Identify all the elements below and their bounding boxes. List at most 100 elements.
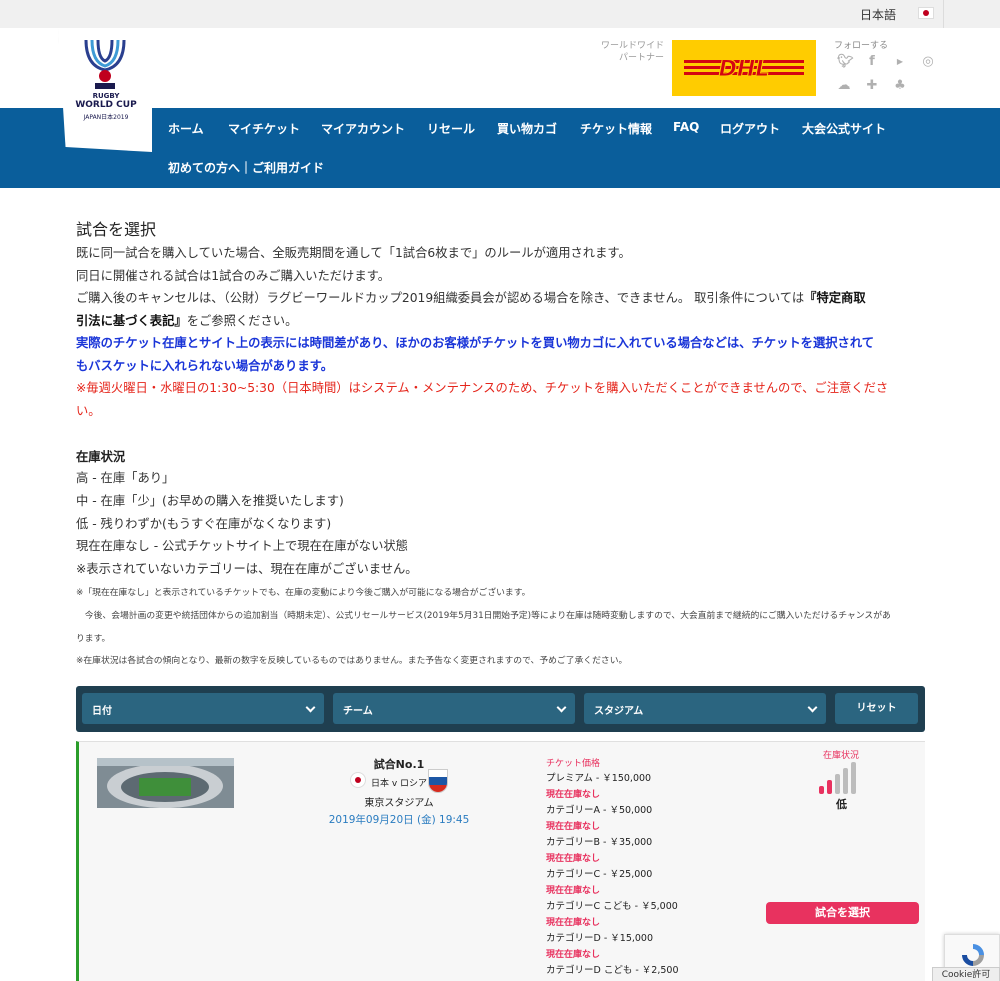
stock-bar bbox=[843, 768, 848, 794]
stock-heading: 在庫状況 bbox=[76, 450, 126, 464]
match-datetime: 2019年09月20日 (金) 19:45 bbox=[328, 814, 470, 826]
stadium-filter-label: スタジアム bbox=[594, 706, 644, 717]
facebook-icon[interactable]: f bbox=[865, 55, 879, 69]
status-premium: 現在在庫なし bbox=[546, 790, 601, 800]
notice-red-1: ※毎週火曜日・水曜日の1:30~5:30（日本時間）はシステム・メンテナンスのた… bbox=[76, 381, 889, 395]
stock-bar bbox=[835, 774, 840, 794]
price-list: プレミアム - ￥150,000 現在在庫なし カテゴリーA - ￥50,000… bbox=[546, 771, 679, 979]
chevron-down-icon bbox=[807, 702, 818, 713]
stock-bar bbox=[827, 780, 832, 794]
cookie-consent-button[interactable]: Cookie許可 bbox=[932, 967, 1000, 981]
stock-level: 低 bbox=[836, 798, 847, 811]
date-filter-select[interactable]: 日付 bbox=[82, 693, 324, 724]
stock-status-label: 在庫状況 bbox=[823, 751, 860, 761]
select-match-button[interactable]: 試合を選択 bbox=[766, 902, 919, 924]
note-1: ※「現在在庫なし」と表示されているチケットでも、在庫の変動により今後ご購入が可能… bbox=[76, 588, 531, 598]
status-cat-a: 現在在庫なし bbox=[546, 822, 601, 832]
match-venue: 東京スタジアム bbox=[364, 798, 434, 809]
chevron-down-icon bbox=[556, 702, 567, 713]
intro-line-4: 引法に基づく表記』をご参照ください。 bbox=[76, 310, 926, 333]
legal-notice-link[interactable]: 『特定商取 bbox=[804, 291, 866, 305]
intro-line-3d: をご参照ください。 bbox=[186, 313, 298, 328]
stock-legend-high: 高 - 在庫「あり」 bbox=[76, 471, 175, 485]
match-number: 試合No.1 bbox=[373, 758, 425, 771]
stock-bar bbox=[819, 786, 824, 794]
nav-official-site[interactable]: 大会公式サイト bbox=[802, 120, 886, 137]
team-filter-label: チーム bbox=[343, 706, 373, 717]
soundcloud-icon[interactable]: ☁ bbox=[837, 79, 851, 93]
status-cat-b: 現在在庫なし bbox=[546, 854, 601, 864]
price-cat-b: カテゴリーB - ￥35,000 bbox=[546, 837, 653, 848]
filter-bar: 日付 チーム スタジアム リセット bbox=[76, 686, 925, 732]
dhl-sponsor-logo[interactable]: DHL bbox=[672, 40, 816, 96]
recaptcha-icon bbox=[962, 944, 984, 966]
legal-notice-link-cont[interactable]: 引法に基づく表記』 bbox=[76, 314, 187, 328]
stock-bars-icon bbox=[819, 762, 869, 794]
stock-bar bbox=[851, 762, 856, 794]
youtube-icon[interactable]: ▶ bbox=[893, 55, 907, 69]
intro-line-3a: ご購入後のキャンセルは、（公財）ラグビーワールドカップ2019組織委員会が認める… bbox=[76, 291, 805, 305]
partner-label: ワールドワイド パートナー bbox=[600, 41, 664, 63]
instagram-icon[interactable]: ◎ bbox=[921, 55, 935, 69]
language-selector[interactable]: 日本語 bbox=[860, 6, 896, 23]
top-bar: 日本語 bbox=[0, 0, 1000, 28]
japan-flag-icon[interactable] bbox=[918, 7, 934, 19]
price-cat-c: カテゴリーC - ￥25,000 bbox=[546, 869, 653, 880]
stock-legend-none: 現在在庫なし - 公式チケットサイト上で現在在庫がない状態 bbox=[76, 539, 408, 554]
status-cat-d: 現在在庫なし bbox=[546, 950, 601, 960]
note-3: ります。 bbox=[76, 633, 111, 644]
follow-label: フォローする bbox=[834, 41, 889, 51]
date-filter-label: 日付 bbox=[92, 706, 112, 717]
stock-legend-note: ※表示されていないカテゴリーは、現在在庫がございません。 bbox=[76, 562, 418, 577]
price-heading: チケット価格 bbox=[546, 759, 601, 769]
nav-cart[interactable]: 買い物カゴ bbox=[497, 120, 557, 137]
intro-section: 試合を選択 既に同一試合を購入していた場合、全販売期間を通して「1試合6枚まで」… bbox=[76, 218, 926, 422]
dhl-logo-icon: DHL bbox=[684, 57, 804, 82]
status-cat-c: 現在在庫なし bbox=[546, 886, 601, 896]
match-teams: 日本 v ロシア bbox=[370, 779, 428, 789]
stock-notes: ※「現在在庫なし」と表示されているチケットでも、在庫の変動により今後ご購入が可能… bbox=[76, 582, 926, 673]
stock-legend-low: 低 - 残りわずか(もうすぐ在庫がなくなります) bbox=[76, 516, 332, 531]
stadium-filter-select[interactable]: スタジアム bbox=[584, 693, 826, 724]
nav-logout[interactable]: ログアウト bbox=[720, 120, 780, 137]
chevron-down-icon bbox=[305, 702, 316, 713]
dhl-logo-text: DHL bbox=[719, 57, 770, 82]
stadium-image bbox=[97, 758, 234, 808]
nav-ticket-info[interactable]: チケット情報 bbox=[580, 120, 652, 137]
price-cat-d: カテゴリーD - ￥15,000 bbox=[546, 933, 654, 944]
snapchat-icon[interactable]: ♣ bbox=[893, 79, 907, 93]
notice-blue-2: もバスケットに入れられない場合があります。 bbox=[76, 358, 334, 373]
price-premium: プレミアム - ￥150,000 bbox=[546, 773, 652, 784]
nav-my-tickets[interactable]: マイチケット bbox=[228, 120, 300, 137]
stock-legend-medium: 中 - 在庫「少」(お早めの購入を推奨いたします) bbox=[76, 493, 344, 508]
plus-icon[interactable]: ✚ bbox=[865, 79, 879, 93]
status-cat-c-child: 現在在庫なし bbox=[546, 918, 601, 928]
price-cat-a: カテゴリーA - ￥50,000 bbox=[546, 805, 653, 816]
logo-line-1: RUGBY bbox=[92, 92, 120, 100]
intro-line-1: 既に同一試合を購入していた場合、全販売期間を通して「1試合6枚まで」のルールが適… bbox=[76, 246, 631, 260]
note-2: 今後、会場計画の変更や統括団体からの追加割当（時期未定）、公式リセールサービス(… bbox=[76, 610, 891, 621]
match-card: 試合No.1 日本 v ロシア 東京スタジアム 2019年09月20日 (金) … bbox=[76, 741, 925, 981]
note-4: ※在庫状況は各試合の傾向となり、最新の数字を反映しているものではありません。また… bbox=[76, 656, 628, 667]
logo-line-2: WORLD CUP bbox=[75, 100, 137, 110]
nav-my-account[interactable]: マイアカウント bbox=[321, 120, 405, 137]
intro-line-2: 同日に開催される試合は1試合のみご購入いただけます。 bbox=[76, 268, 391, 283]
nav-resale[interactable]: リセール bbox=[427, 120, 475, 137]
page-title: 試合を選択 bbox=[76, 220, 157, 239]
price-cat-d-child: カテゴリーD こども - ￥2,500 bbox=[546, 965, 679, 976]
nav-faq[interactable]: FAQ bbox=[673, 120, 699, 134]
price-cat-c-child: カテゴリーC こども - ￥5,000 bbox=[546, 901, 678, 912]
stock-legend: 高 - 在庫「あり」 中 - 在庫「少」(お早めの購入を推奨いたします) 低 -… bbox=[76, 467, 418, 581]
nav-home[interactable]: ホーム bbox=[168, 120, 204, 137]
russia-flag-icon bbox=[428, 769, 448, 793]
notice-blue-1: 実際のチケット在庫とサイト上の表示には時間差があり、ほかのお客様がチケットを買い… bbox=[76, 336, 875, 350]
webb-ellis-cup-icon bbox=[84, 39, 126, 89]
twitter-icon[interactable]: 🐦︎ bbox=[837, 55, 854, 69]
reset-button[interactable]: リセット bbox=[835, 693, 918, 724]
rugby-world-cup-logo[interactable]: RUGBY WORLD CUP JAPAN日本2019 bbox=[58, 28, 152, 152]
logo-line-3: JAPAN日本2019 bbox=[83, 114, 129, 121]
intro-line-3: ご購入後のキャンセルは、（公財）ラグビーワールドカップ2019組織委員会が認める… bbox=[76, 287, 926, 310]
nav-guide[interactable]: 初めての方へ｜ご利用ガイド bbox=[168, 159, 324, 176]
team-filter-select[interactable]: チーム bbox=[333, 693, 575, 724]
notice-red-2: い。 bbox=[76, 403, 101, 418]
